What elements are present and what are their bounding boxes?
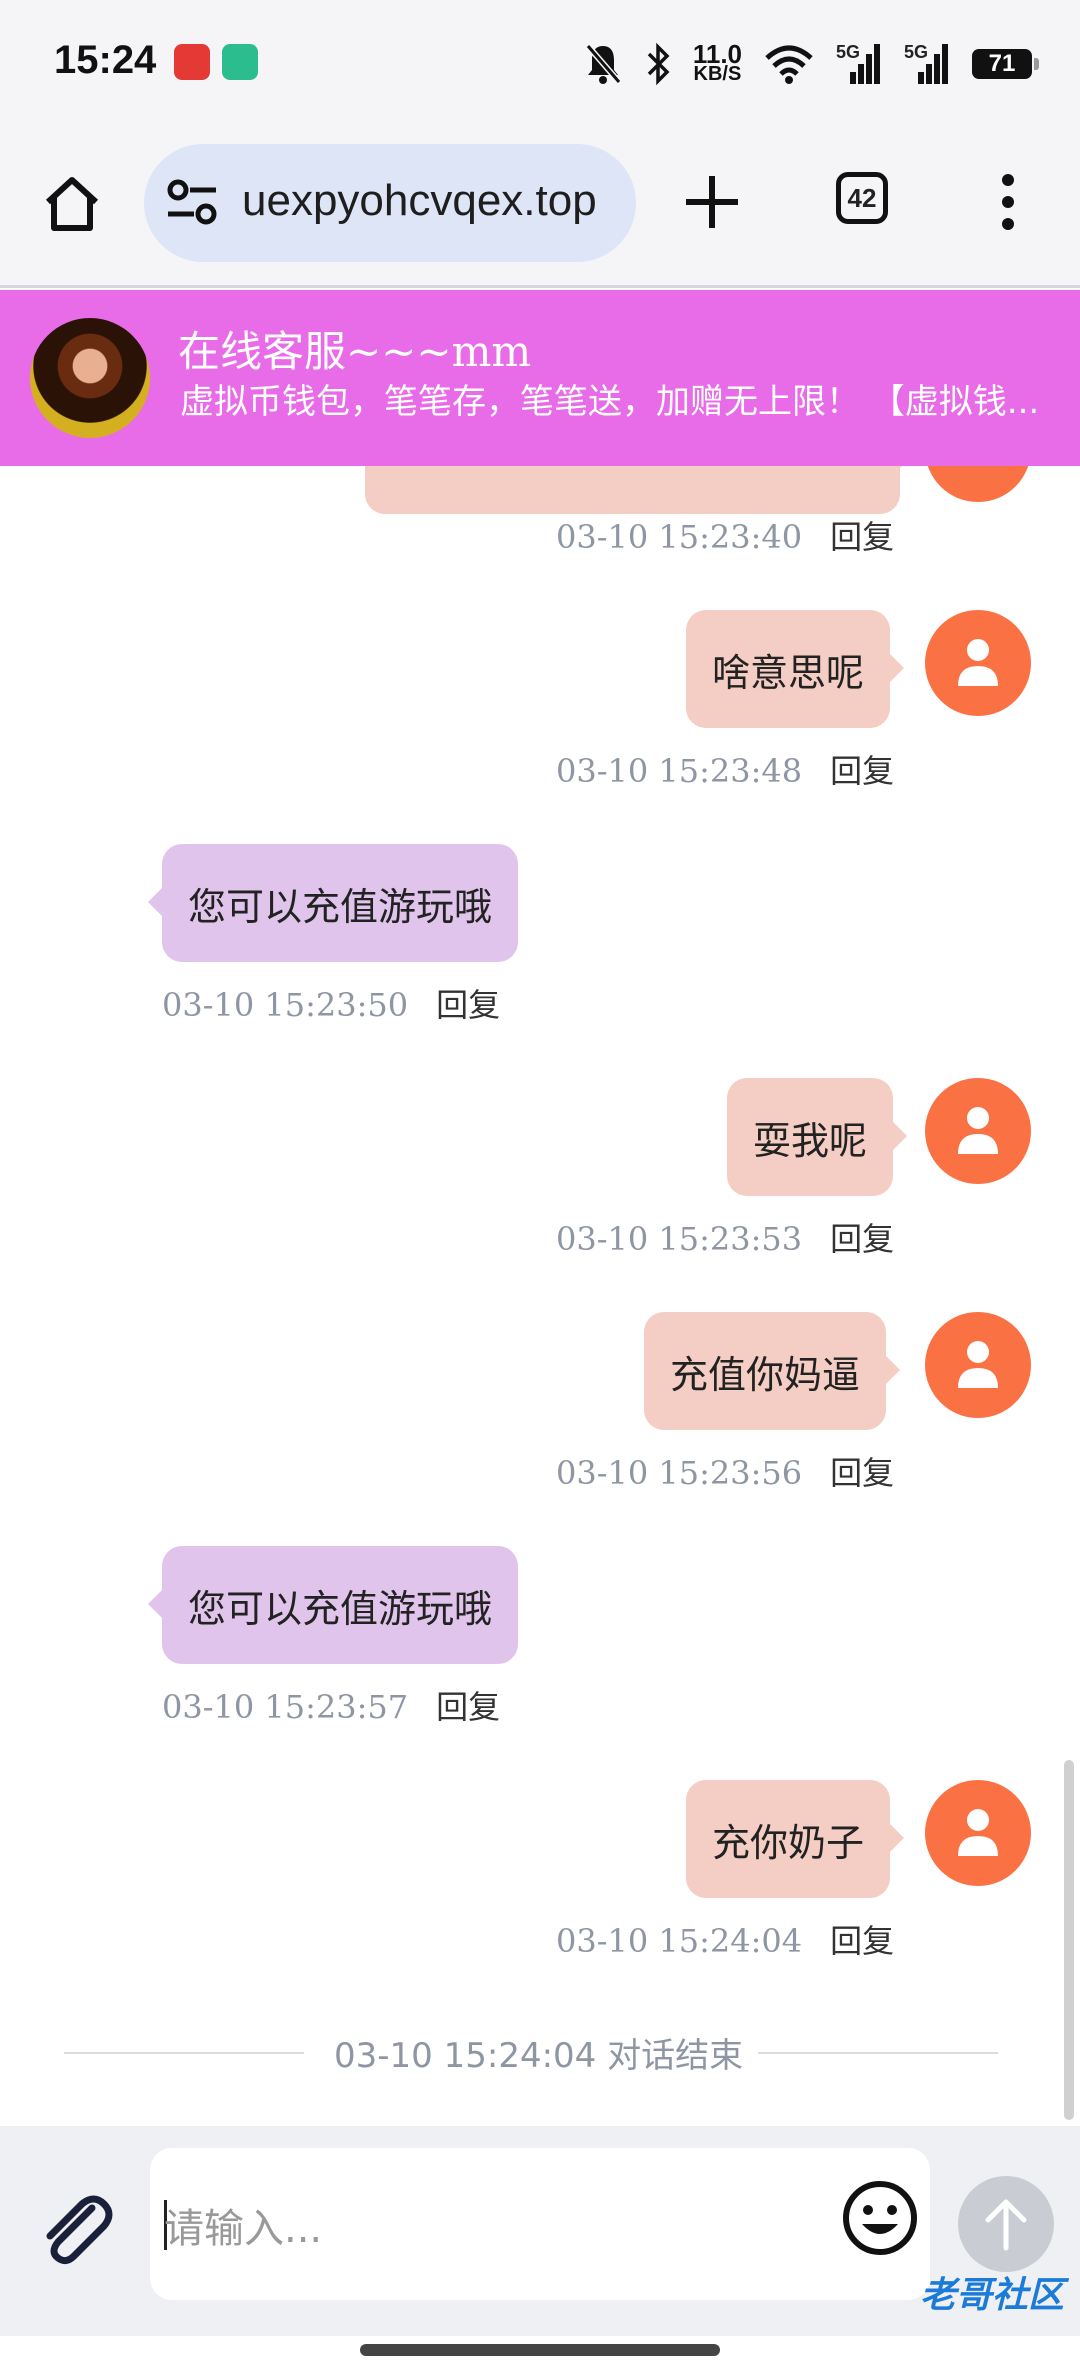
message-time: 03-10 15:24:04 [556, 1922, 803, 1960]
more-menu-icon[interactable] [996, 170, 1020, 234]
tab-switcher-button[interactable]: 42 [836, 172, 888, 224]
site-settings-icon[interactable] [166, 178, 218, 226]
home-indicator[interactable] [360, 2344, 720, 2356]
message-meta: 03-10 15:23:40 回复 [556, 512, 894, 558]
app-notification-icon [222, 44, 258, 80]
wifi-icon [765, 45, 813, 84]
user-avatar [925, 1312, 1031, 1418]
message-meta: 03-10 15:23:48 回复 [556, 746, 894, 792]
signal-bars-icon [850, 44, 880, 84]
signal-indicator-1: 5G [836, 42, 882, 86]
agent-name: 在线客服~~~mm [178, 327, 532, 376]
message-time: 03-10 15:23:40 [556, 518, 803, 556]
message-time: 03-10 15:23:50 [162, 986, 409, 1024]
user-avatar [925, 466, 1031, 502]
send-button[interactable] [958, 2176, 1054, 2272]
net-speed: 11.0 KB/S [692, 39, 742, 85]
conversation-end-notice: 03-10 15:24:04 对话结束 [334, 2036, 744, 2076]
message-bubble-sent: 充你奶子 [686, 1780, 905, 1898]
user-avatar [925, 610, 1031, 716]
message-bubble-sent: 耍我呢 [727, 1078, 908, 1196]
mute-icon [585, 44, 622, 84]
browser-toolbar: uexpyohcvqex.top 42 [0, 128, 1080, 288]
message-bubble-sent: 充值你妈逼 [644, 1312, 901, 1430]
url-bar[interactable]: uexpyohcvqex.top [144, 144, 636, 262]
reply-button[interactable]: 回复 [830, 518, 894, 556]
app-notification-icon [174, 44, 210, 80]
input-placeholder: 请输入... [164, 2206, 323, 2252]
message-meta: 03-10 15:23:56 回复 [556, 1448, 894, 1494]
arrow-up-icon [985, 2199, 1027, 2251]
input-bar: 请输入... [0, 2126, 1080, 2336]
user-avatar [925, 1780, 1031, 1886]
chat-header: 在线客服~~~mm 虚拟币钱包，笔笔存，笔笔送，加赠无上限！ 【虚拟钱... [0, 290, 1080, 466]
signal-indicator-2: 5G [904, 42, 950, 86]
divider [758, 2052, 998, 2054]
reply-button[interactable]: 回复 [436, 986, 500, 1024]
status-indicators: 11.0 KB/S 5G 5G 71 [583, 36, 1039, 92]
user-icon [958, 1809, 998, 1856]
message-bubble-received: 您可以充值游玩哦 [147, 1546, 519, 1664]
signal-bars-icon [918, 44, 948, 84]
message-meta: 03-10 15:24:04 回复 [556, 1916, 894, 1962]
reply-button[interactable]: 回复 [830, 1220, 894, 1258]
home-icon[interactable] [40, 172, 104, 236]
divider [64, 2052, 304, 2054]
message-bubble-received: 您可以充值游玩哦 [147, 844, 519, 962]
message-time: 03-10 15:23:57 [162, 1688, 409, 1726]
agent-notice: 虚拟币钱包，笔笔存，笔笔送，加赠无上限！ 【虚拟钱... [180, 382, 1040, 422]
message-time: 03-10 15:23:53 [556, 1220, 803, 1258]
scrollbar[interactable] [1064, 1760, 1074, 2120]
new-tab-icon[interactable] [680, 170, 744, 234]
chat-messages: 03-10 15:23:40 回复 啥意思呢 03-10 15:23:48 回复 您… [0, 466, 1080, 2126]
message-bubble-sent [365, 466, 914, 514]
user-icon [958, 1107, 998, 1154]
user-icon [958, 639, 998, 686]
status-bar: 15:24 11.0 KB/S 5G 5G 71 [0, 0, 1080, 128]
message-meta: 03-10 15:23:57 回复 [162, 1682, 500, 1728]
agent-avatar [30, 318, 150, 438]
message-meta: 03-10 15:23:53 回复 [556, 1214, 894, 1260]
reply-button[interactable]: 回复 [436, 1688, 500, 1726]
message-time: 03-10 15:23:56 [556, 1454, 803, 1492]
user-avatar [925, 1078, 1031, 1184]
emoji-icon[interactable] [840, 2178, 920, 2258]
watermark-logo: 老哥社区 [919, 2275, 1064, 2316]
battery-icon: 71 [972, 49, 1039, 79]
reply-button[interactable]: 回复 [830, 1454, 894, 1492]
message-bubble-sent: 啥意思呢 [686, 610, 905, 728]
message-time: 03-10 15:23:48 [556, 752, 803, 790]
user-icon [958, 1341, 998, 1388]
message-input[interactable]: 请输入... [150, 2148, 930, 2300]
url-text: uexpyohcvqex.top [242, 176, 597, 225]
bluetooth-icon [647, 42, 670, 86]
reply-button[interactable]: 回复 [830, 752, 894, 790]
status-time: 15:24 [54, 38, 157, 82]
message-meta: 03-10 15:23:50 回复 [162, 980, 500, 1026]
reply-button[interactable]: 回复 [830, 1922, 894, 1960]
attachment-icon[interactable] [34, 2186, 118, 2270]
